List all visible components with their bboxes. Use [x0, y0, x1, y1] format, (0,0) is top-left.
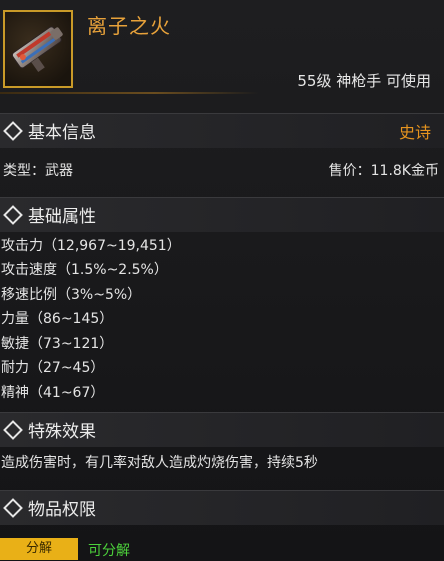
attribute-line: 力量（86~145） [1, 311, 114, 327]
section-basic-info: 基本信息 史诗 [0, 113, 444, 148]
attribute-line: 移速比例（3%~5%） [1, 287, 142, 303]
item-type: 类型：武器 [3, 163, 73, 179]
section-title: 特殊效果 [28, 422, 96, 442]
decompose-badge[interactable]: 分解 [0, 538, 78, 560]
item-requirement: 55级 神枪手 可使用 [297, 72, 431, 90]
diamond-icon [3, 121, 23, 141]
item-price: 售价：11.8K金币 [328, 163, 439, 179]
header-divider [0, 92, 258, 94]
section-special-effect: 特殊效果 [0, 412, 444, 447]
diamond-icon [3, 420, 23, 440]
item-name: 离子之火 [87, 14, 171, 38]
section-title: 基本信息 [28, 123, 96, 143]
weapon-gun-icon [11, 26, 63, 73]
item-icon-frame[interactable] [3, 10, 73, 88]
diamond-icon [3, 205, 23, 225]
section-attributes: 基础属性 [0, 197, 444, 232]
special-effect-text: 造成伤害时，有几率对敌人造成灼烧伤害，持续5秒 [1, 455, 318, 471]
attribute-line: 敏捷（73~121） [1, 336, 114, 352]
rarity-label: 史诗 [398, 123, 431, 142]
diamond-icon [3, 498, 23, 518]
section-title: 基础属性 [28, 207, 96, 227]
decompose-status: 可分解 [88, 543, 130, 559]
attribute-line: 精神（41~67） [1, 385, 105, 401]
attribute-line: 攻击速度（1.5%~2.5%） [1, 262, 168, 278]
item-tooltip-panel: 离子之火 55级 神枪手 可使用 基本信息 史诗 类型：武器 售价：11.8K金… [0, 0, 444, 561]
section-permissions: 物品权限 [0, 490, 444, 525]
attribute-line: 耐力（27~45） [1, 360, 105, 376]
section-title: 物品权限 [28, 500, 96, 520]
attribute-line: 攻击力（12,967~19,451） [1, 238, 181, 254]
